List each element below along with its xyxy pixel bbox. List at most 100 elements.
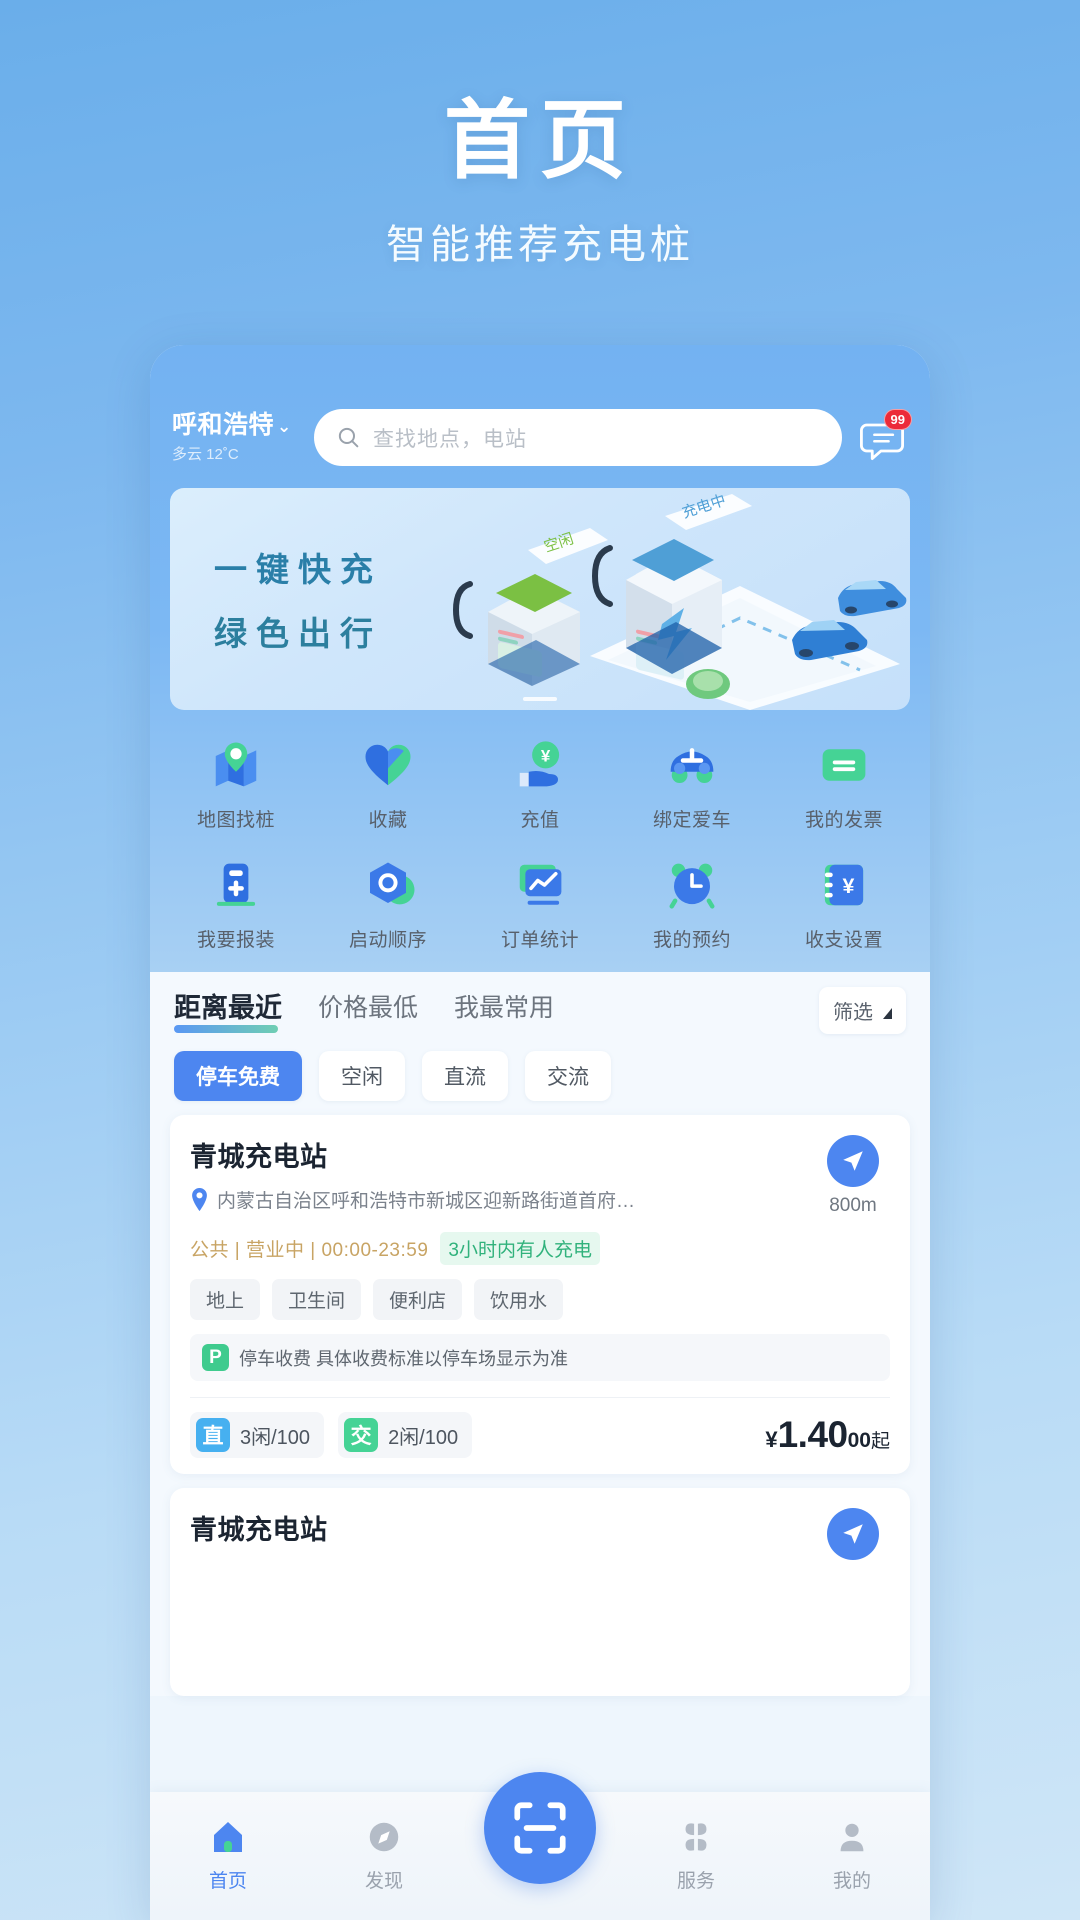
sort-tabs: 距离最近 价格最低 我最常用 筛选: [150, 972, 930, 1039]
tab-most-used[interactable]: 我最常用: [454, 988, 554, 1034]
map-pin-icon: [160, 736, 312, 794]
quick-action-billing-settings[interactable]: ¥ 收支设置: [768, 846, 920, 958]
svg-text:¥: ¥: [843, 874, 855, 898]
phone-mockup: 呼和浩特 ⌄ 多云 12˚C 查找地点，电站 99 一键快充 绿色出行 空闲 充…: [150, 345, 930, 1920]
tab-discover-label: 发现: [364, 1871, 403, 1892]
tab-home[interactable]: 首页: [150, 1814, 306, 1893]
quick-action-grid: 地图找桩 收藏 ¥ 充值 绑定爱车 我的发票 我要报装 启动顺序 订单统计 我的…: [160, 726, 920, 958]
search-row: 呼和浩特 ⌄ 多云 12˚C 查找地点，电站 99: [150, 345, 930, 484]
card-divider: [190, 1397, 890, 1398]
station-tag: 饮用水: [474, 1279, 564, 1320]
chart-monitor-icon: [464, 856, 616, 914]
quick-action-order-stats[interactable]: 订单统计: [464, 846, 616, 958]
tab-discover[interactable]: 发现: [306, 1814, 462, 1893]
station-card-header: 青城充电站: [190, 1508, 890, 1560]
quick-action-start-order[interactable]: 启动顺序: [312, 846, 464, 958]
station-price: ¥1.4000起: [765, 1414, 890, 1456]
parking-info: P 停车收费 具体收费标准以停车场显示为准: [190, 1334, 890, 1381]
tab-cheapest[interactable]: 价格最低: [318, 988, 418, 1034]
navigate-button[interactable]: [827, 1508, 879, 1560]
banner-line-2: 绿色出行: [214, 615, 382, 653]
station-address-row: 内蒙古自治区呼和浩特市新城区迎新路街道首府…: [190, 1186, 810, 1213]
station-address: 内蒙古自治区呼和浩特市新城区迎新路街道首府…: [217, 1191, 636, 1212]
quick-action-map[interactable]: 地图找桩: [160, 726, 312, 838]
charging-station-illustration: 空闲 充电中: [452, 492, 907, 710]
dc-badge-icon: 直: [196, 1418, 230, 1452]
tab-profile[interactable]: 我的: [774, 1814, 930, 1893]
dc-availability: 3闲/100: [240, 1426, 311, 1449]
navigation-arrow-icon: [843, 1151, 863, 1171]
connector-ac: 交 2闲/100: [338, 1412, 473, 1458]
city-name-row: 呼和浩特 ⌄: [172, 413, 300, 438]
search-input[interactable]: 查找地点，电站: [314, 409, 842, 466]
quick-actions: 地图找桩 收藏 ¥ 充值 绑定爱车 我的发票 我要报装 启动顺序 订单统计 我的…: [150, 710, 930, 966]
quick-action-label: 我的发票: [804, 810, 883, 831]
price-suffix: 起: [870, 1431, 890, 1452]
station-cards: 青城充电站 内蒙古自治区呼和浩特市新城区迎新路街道首府… 800m 公共 | 营…: [150, 1115, 930, 1696]
messages-button[interactable]: 99: [856, 408, 912, 464]
quick-action-reservation[interactable]: 我的预约: [616, 846, 768, 958]
quick-action-label: 启动顺序: [348, 930, 427, 951]
triangle-icon: [883, 1008, 892, 1019]
search-icon: [338, 427, 359, 448]
price-cents: 00: [847, 1429, 871, 1452]
app-header: 呼和浩特 ⌄ 多云 12˚C 查找地点，电站 99 一键快充 绿色出行 空闲 充…: [150, 345, 930, 972]
quick-action-label: 绑定爱车: [652, 810, 731, 831]
promo-title: 首页: [444, 93, 636, 189]
tab-services[interactable]: 服务: [618, 1814, 774, 1893]
station-status-row: 公共 | 营业中 | 00:00-23:59 3小时内有人充电: [190, 1232, 890, 1265]
navigate-button[interactable]: [827, 1135, 879, 1187]
quick-action-favorites[interactable]: 收藏: [312, 726, 464, 838]
car-icon: [616, 736, 768, 794]
station-info: 青城充电站 内蒙古自治区呼和浩特市新城区迎新路街道首府…: [190, 1135, 810, 1213]
quick-action-bind-car[interactable]: 绑定爱车: [616, 726, 768, 838]
navigate-action[interactable]: [816, 1508, 890, 1560]
tab-home-label: 首页: [208, 1871, 247, 1892]
scan-button[interactable]: [484, 1772, 596, 1884]
search-placeholder: 查找地点，电站: [373, 427, 527, 451]
hand-yuan-icon: ¥: [464, 736, 616, 794]
station-card[interactable]: 青城充电站 内蒙古自治区呼和浩特市新城区迎新路街道首府… 800m 公共 | 营…: [170, 1115, 910, 1474]
chevron-down-icon: ⌄: [277, 417, 292, 436]
banner-line-1: 一键快充: [214, 551, 382, 588]
station-card[interactable]: 青城充电站: [170, 1488, 910, 1696]
navigation-arrow-icon: [843, 1524, 863, 1544]
grid-flower-icon: [618, 1814, 774, 1860]
station-card-header: 青城充电站 内蒙古自治区呼和浩特市新城区迎新路街道首府… 800m: [190, 1135, 890, 1217]
city-name: 呼和浩特: [172, 411, 275, 439]
quick-action-label: 收藏: [368, 810, 408, 831]
filter-chips: 停车免费 空闲 直流 交流: [150, 1039, 930, 1115]
quick-action-install-request[interactable]: 我要报装: [160, 846, 312, 958]
quick-action-label: 充值: [520, 810, 560, 831]
chip-ac[interactable]: 交流: [525, 1051, 611, 1101]
navigate-action[interactable]: 800m: [816, 1135, 890, 1217]
currency-symbol: ¥: [765, 1427, 778, 1452]
ac-badge-icon: 交: [344, 1418, 379, 1452]
svg-text:¥: ¥: [541, 747, 551, 766]
station-name: 青城充电站: [190, 1515, 328, 1545]
weather-text: 多云 12˚C: [172, 446, 239, 463]
promo-banner[interactable]: 一键快充 绿色出行 空闲 充电中: [170, 488, 910, 710]
charger-plus-icon: [160, 856, 312, 914]
tab-profile-label: 我的: [832, 1871, 871, 1892]
chip-dc[interactable]: 直流: [422, 1051, 508, 1101]
promo-header: 首页 智能推荐充电桩: [0, 0, 1080, 270]
city-selector[interactable]: 呼和浩特 ⌄ 多云 12˚C: [172, 413, 300, 463]
chip-idle[interactable]: 空闲: [319, 1051, 405, 1101]
quick-action-label: 地图找桩: [196, 810, 275, 831]
quick-action-recharge[interactable]: ¥ 充值: [464, 726, 616, 838]
station-tag: 地上: [190, 1279, 261, 1320]
station-tags: 地上 卫生间 便利店 饮用水: [190, 1279, 890, 1320]
station-distance: 800m: [829, 1195, 877, 1216]
parking-icon: P: [202, 1344, 229, 1371]
quick-action-label: 我的预约: [652, 930, 731, 951]
chip-free-parking[interactable]: 停车免费: [174, 1051, 302, 1101]
quick-action-invoice[interactable]: 我的发票: [768, 726, 920, 838]
filter-button[interactable]: 筛选: [819, 987, 906, 1034]
promo-subtitle: 智能推荐充电桩: [386, 223, 694, 268]
heart-icon: [312, 736, 464, 794]
tab-nearest[interactable]: 距离最近: [174, 986, 282, 1035]
quick-action-label: 订单统计: [500, 930, 579, 951]
book-yuan-icon: ¥: [768, 856, 920, 914]
station-tag: 便利店: [373, 1279, 463, 1320]
